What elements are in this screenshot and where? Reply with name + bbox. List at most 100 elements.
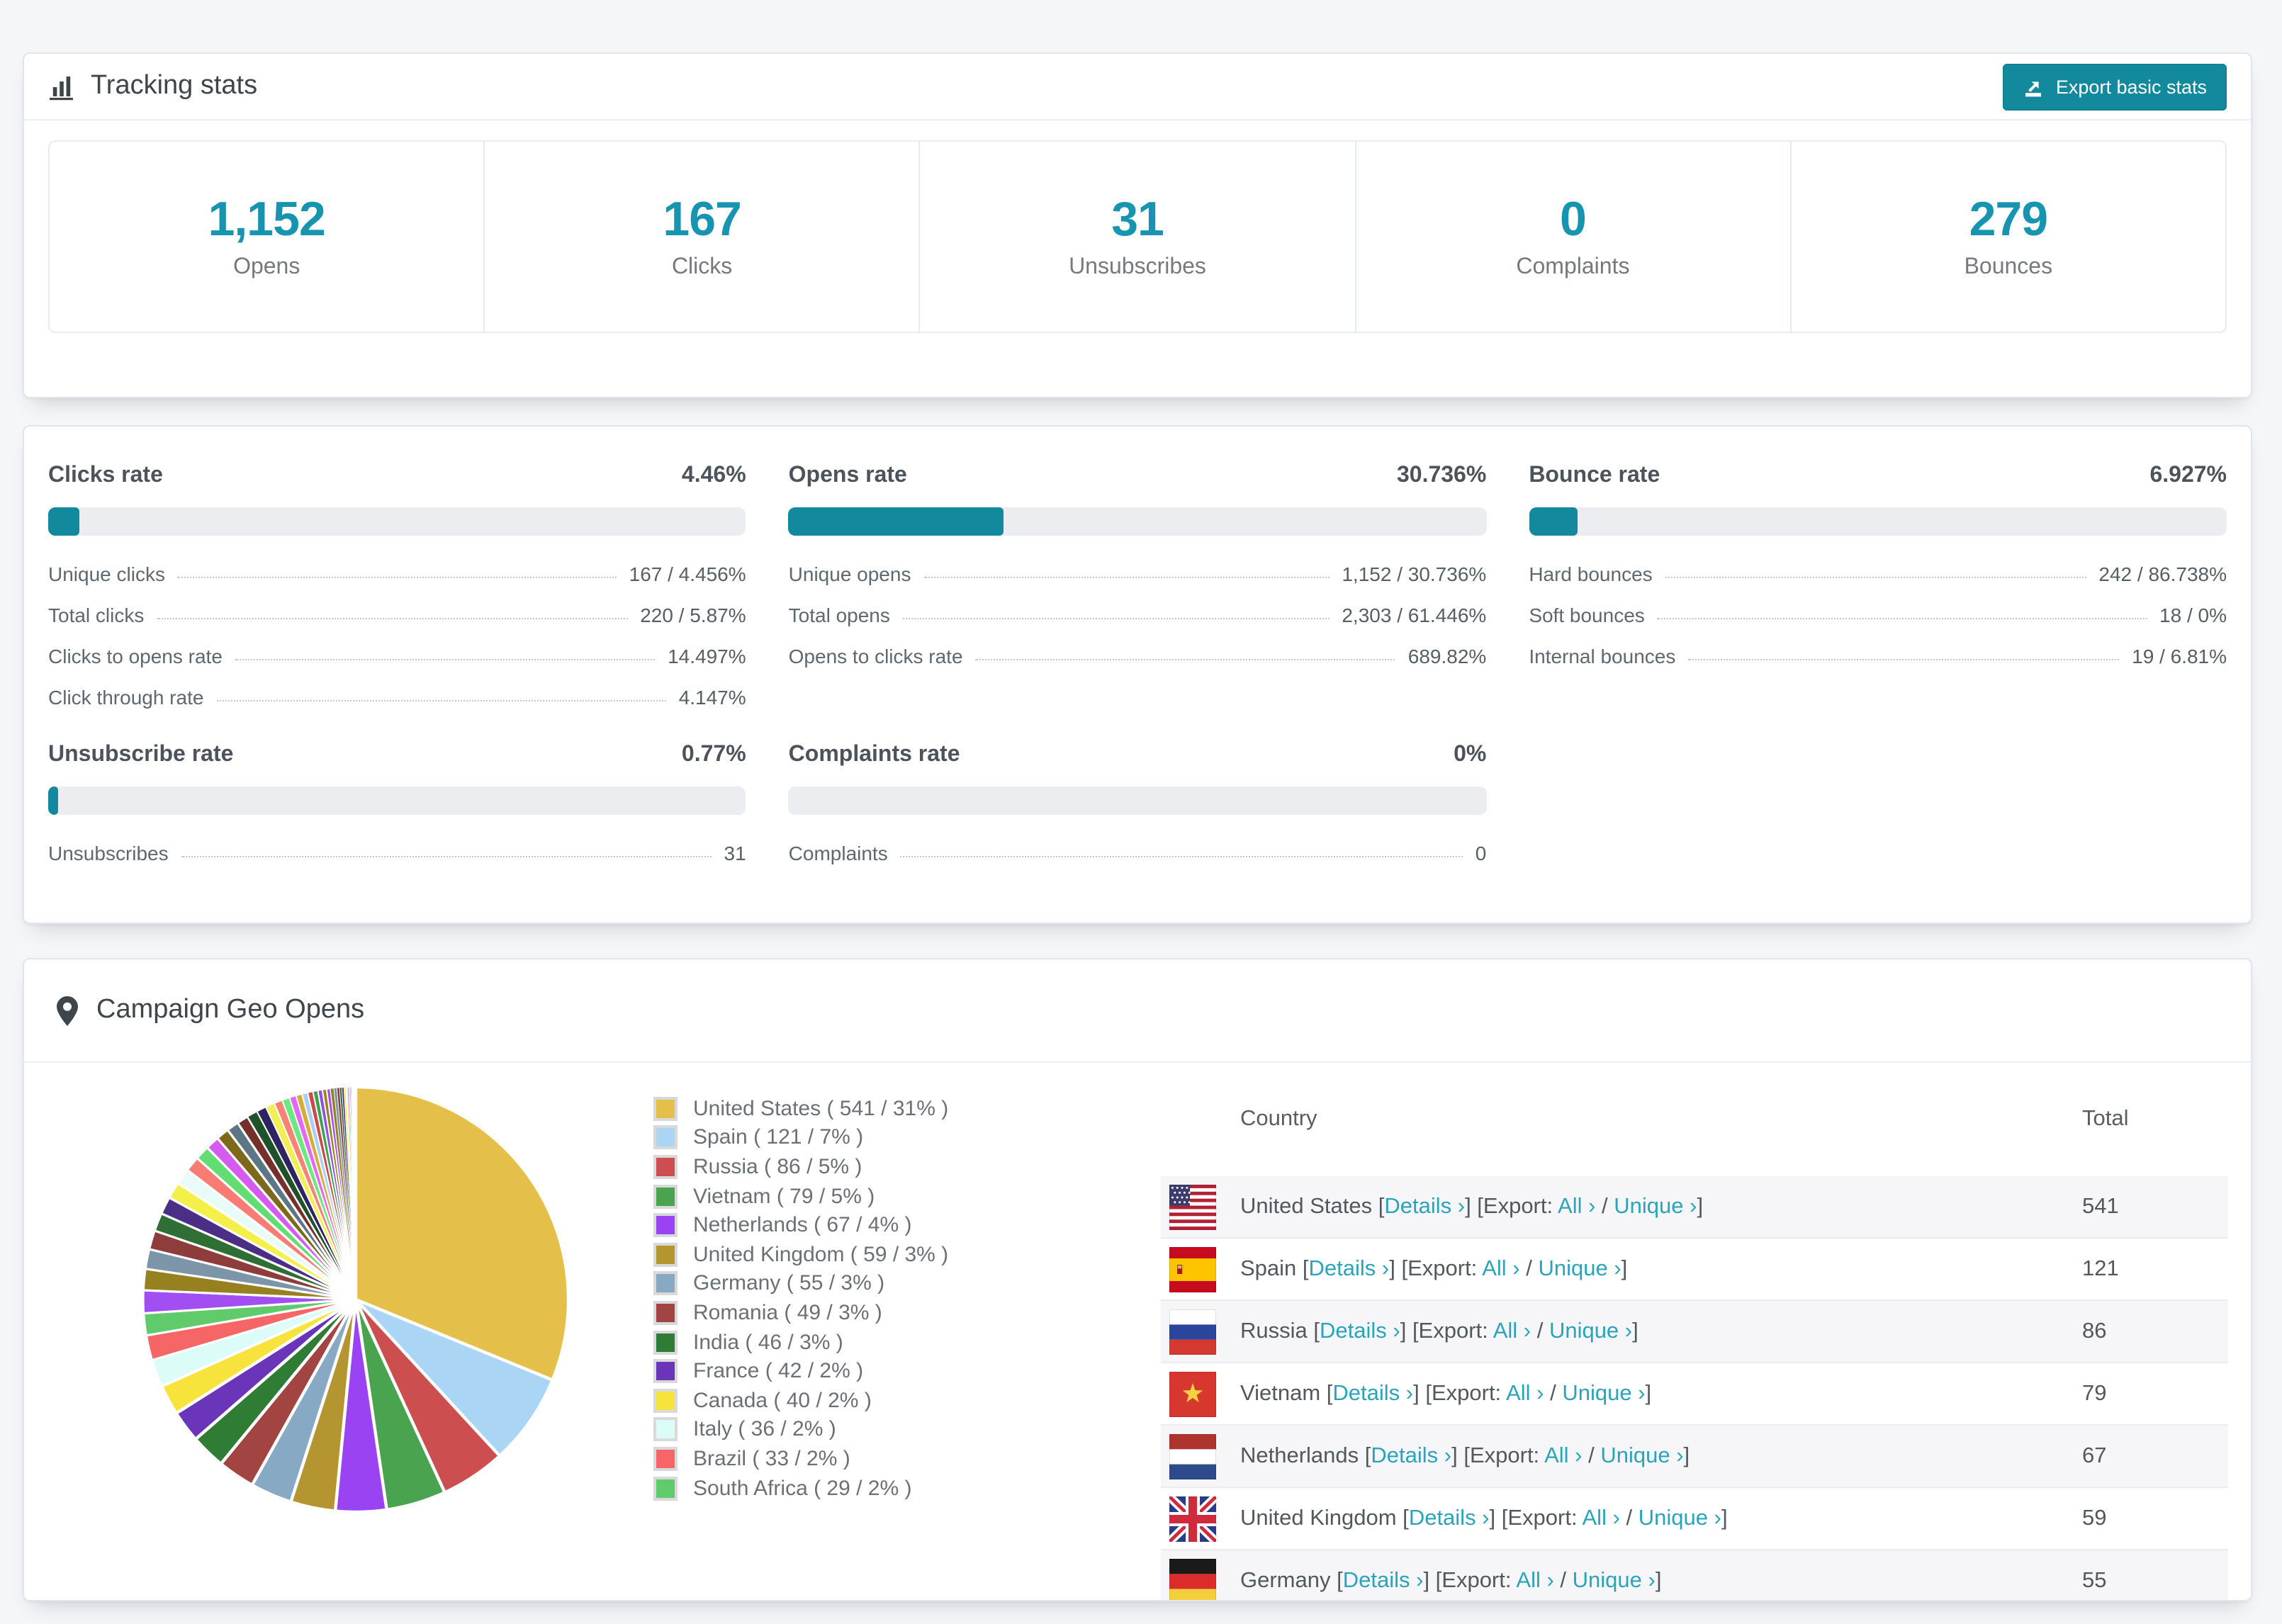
legend-swatch [653, 1418, 678, 1442]
export-all-link[interactable]: All › [1544, 1443, 1582, 1467]
stat-value: 167 [663, 193, 741, 248]
rate-detail-value: 220 / 5.87% [640, 604, 746, 626]
legend-item: Spain ( 121 / 7% ) [653, 1123, 948, 1152]
rate-detail-label: Soft bounces [1529, 604, 1644, 626]
legend-swatch [653, 1330, 678, 1354]
map-pin-icon [57, 996, 78, 1025]
rate-detail-row: Opens to clicks rate689.82% [789, 626, 1487, 667]
export-unique-link[interactable]: Unique › [1573, 1568, 1656, 1592]
rate-detail-value: 19 / 6.81% [2132, 645, 2227, 667]
legend-swatch [653, 1155, 678, 1179]
geo-opens-card: Campaign Geo Opens United States ( 541 /… [23, 958, 2252, 1601]
rate-detail-label: Complaints [789, 842, 888, 864]
legend-swatch [653, 1476, 678, 1500]
legend-label: France ( 42 / 2% ) [693, 1359, 863, 1383]
country-name: United Kingdom [ [1240, 1506, 1409, 1530]
legend-swatch [653, 1184, 678, 1208]
legend-swatch [653, 1447, 678, 1471]
details-link[interactable]: Details › [1343, 1568, 1424, 1592]
export-unique-link[interactable]: Unique › [1549, 1319, 1632, 1343]
dotted-leader [1665, 577, 2086, 578]
table-row-vn: Vietnam [Details ›] [Export: All › / Uni… [1161, 1363, 2228, 1426]
legend-item: Vietnam ( 79 / 5% ) [653, 1182, 948, 1211]
legend-label: Vietnam ( 79 / 5% ) [693, 1184, 875, 1208]
rate-detail-label: Total clicks [48, 604, 144, 626]
details-link[interactable]: Details › [1309, 1256, 1390, 1280]
legend-swatch [653, 1126, 678, 1150]
stat-value: 279 [1969, 193, 2047, 248]
export-all-link[interactable]: All › [1558, 1194, 1595, 1218]
rate-title: Clicks rate [48, 463, 163, 489]
dotted-leader [216, 700, 665, 701]
rate-progress-fill [48, 507, 79, 536]
rate-value: 30.736% [1397, 463, 1486, 489]
export-unique-link[interactable]: Unique › [1614, 1194, 1697, 1218]
dotted-leader [976, 659, 1395, 660]
rate-detail-value: 18 / 0% [2159, 604, 2227, 626]
stat-label: Bounces [1965, 255, 2053, 281]
legend-swatch [653, 1388, 678, 1412]
export-all-link[interactable]: All › [1482, 1256, 1519, 1280]
rate-detail-value: 2,303 / 61.446% [1342, 604, 1486, 626]
country-name: United States [ [1240, 1194, 1384, 1218]
rate-detail-row: Unique opens1,152 / 30.736% [789, 544, 1487, 585]
geo-table-rows: United States [Details ›] [Export: All ›… [1161, 1176, 2228, 1601]
rate-detail-row: Total opens2,303 / 61.446% [789, 585, 1487, 626]
stat-label: Complaints [1516, 255, 1629, 281]
export-unique-link[interactable]: Unique › [1600, 1443, 1683, 1467]
rate-block-unsubscribe-rate: Unsubscribe rate0.77%Unsubscribes31 [48, 743, 746, 864]
export-unique-link[interactable]: Unique › [1538, 1256, 1621, 1280]
page-title: Tracking stats [91, 71, 257, 102]
rate-detail-row: Soft bounces 18 / 0% [1529, 585, 2227, 626]
es-flag-icon [1169, 1246, 1216, 1292]
export-basic-stats-button[interactable]: Export basic stats [2003, 63, 2227, 110]
rate-detail-row: Unsubscribes31 [48, 823, 746, 864]
legend-label: Germany ( 55 / 3% ) [693, 1272, 884, 1296]
rate-detail-value: 14.497% [668, 645, 746, 667]
country-total: 67 [2082, 1443, 2107, 1469]
legend-swatch [653, 1243, 678, 1267]
stat-opens: 1,152Opens [50, 142, 483, 332]
us-flag-icon [1169, 1184, 1216, 1229]
details-link[interactable]: Details › [1320, 1319, 1400, 1343]
dotted-leader [1688, 659, 2119, 660]
legend-item: South Africa ( 29 / 2% ) [653, 1473, 948, 1502]
country-name: Spain [ [1240, 1256, 1309, 1280]
nl-flag-icon [1169, 1433, 1216, 1479]
rate-block-opens-rate: Opens rate 30.736% Unique opens1,152 / 30.… [789, 463, 1487, 709]
legend-swatch [653, 1359, 678, 1383]
table-row-nl: Netherlands [Details ›] [Export: All › /… [1161, 1426, 2228, 1488]
geo-table-header: Country Total [1161, 1063, 2228, 1176]
rate-progress-track [1529, 507, 2227, 536]
rate-progress-track [48, 786, 746, 815]
details-link[interactable]: Details › [1332, 1381, 1413, 1405]
rate-detail-value: 31 [724, 842, 746, 864]
details-link[interactable]: Details › [1371, 1443, 1451, 1467]
stats-box: 1,152Opens167Clicks31Unsubscribes0Compla… [48, 140, 2227, 333]
dotted-leader [181, 856, 712, 857]
geo-pie-chart[interactable] [129, 1073, 583, 1526]
rate-progress-track [789, 786, 1487, 815]
rate-block-clicks-rate: Clicks rate4.46%Unique clicks167 / 4.456… [48, 463, 746, 709]
legend-swatch [653, 1213, 678, 1237]
rate-progress-fill [1529, 507, 1577, 536]
export-all-link[interactable]: All › [1506, 1381, 1544, 1405]
tracking-stats-header: Tracking stats Export basic stats [24, 54, 2251, 120]
rate-title: Opens rate [789, 463, 907, 489]
legend-swatch [653, 1272, 678, 1296]
country-total: 541 [2082, 1194, 2119, 1219]
export-all-link[interactable]: All › [1493, 1319, 1531, 1343]
export-all-link[interactable]: All › [1583, 1506, 1620, 1530]
export-unique-link[interactable]: Unique › [1562, 1381, 1645, 1405]
legend-label: Brazil ( 33 / 2% ) [693, 1447, 850, 1471]
rate-detail-label: Opens to clicks rate [789, 645, 963, 667]
legend-item: Brazil ( 33 / 2% ) [653, 1444, 948, 1473]
rate-progress-fill [48, 786, 58, 815]
dotted-leader [157, 618, 627, 619]
rate-detail-row: Clicks to opens rate14.497% [48, 626, 746, 667]
details-link[interactable]: Details › [1384, 1194, 1465, 1218]
export-unique-link[interactable]: Unique › [1639, 1506, 1721, 1530]
details-link[interactable]: Details › [1409, 1506, 1490, 1530]
country-name: Netherlands [ [1240, 1443, 1371, 1467]
export-all-link[interactable]: All › [1516, 1568, 1553, 1592]
